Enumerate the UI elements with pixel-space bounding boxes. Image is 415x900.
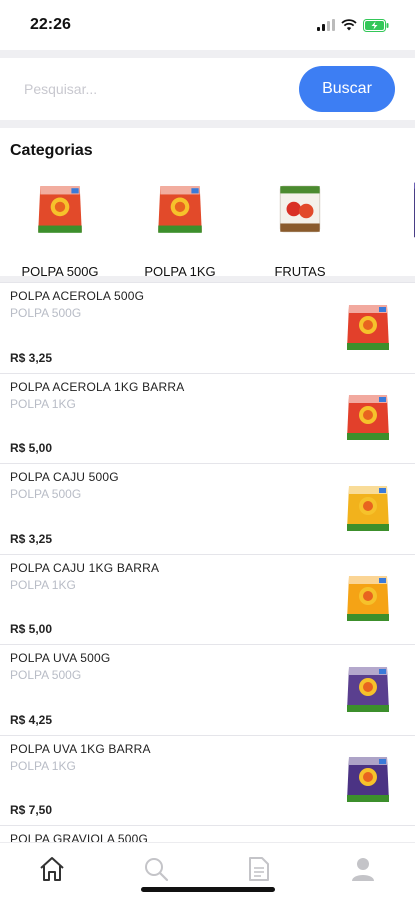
fruit-pack-image [266,182,334,238]
status-time: 22:26 [30,16,71,33]
list-item[interactable]: POLPA ACEROLA 500G POLPA 500G R$ 3,25 [0,282,415,373]
battery-charging-icon [363,18,389,32]
bottom-nav [0,842,415,900]
product-image [343,663,393,717]
signal-icon [317,19,335,31]
divider [0,50,415,58]
search-input[interactable] [24,81,299,97]
product-price: R$ 3,25 [10,531,53,546]
user-icon [352,858,375,881]
category-label: FRUTAS [274,264,326,276]
product-image [343,572,393,626]
category-item-polpa-500g[interactable]: POLPA 500G [0,182,120,276]
list-item[interactable]: POLPA UVA 1KG BARRA POLPA 1KG R$ 7,50 [0,734,415,826]
wifi-icon [341,19,357,31]
product-price: R$ 4,25 [10,712,53,727]
category-label: POLPA 1KG [144,264,216,276]
categories-title: Categorias [10,142,93,159]
list-item[interactable]: POLPA UVA 500G POLPA 500G R$ 4,25 [0,644,415,735]
product-price: R$ 5,00 [10,622,53,636]
status-icons [317,18,389,32]
category-item-polpa-1kg[interactable]: POLPA 1KG [120,182,240,276]
product-image [343,391,393,445]
search-icon [144,858,168,882]
product-image [343,301,393,355]
product-image [343,482,393,536]
list-item[interactable]: POLPA ACEROLA 1KG BARRA POLPA 1KG R$ 5,0… [0,372,415,464]
list-item[interactable]: POLPA CAJU 500G POLPA 500G R$ 3,25 [0,463,415,554]
product-price: R$ 3,25 [10,350,53,365]
document-icon [249,857,270,881]
nav-profile[interactable] [343,853,383,885]
list-item[interactable]: POLPA CAJU 1KG BARRA POLPA 1KG R$ 5,00 [0,553,415,645]
category-item-partial[interactable]: A [360,182,415,276]
nav-orders[interactable] [239,853,279,885]
divider [0,120,415,128]
category-carousel[interactable]: POLPA 500G POLPA 1KG FRUTAS A [0,182,415,276]
home-indicator [140,887,275,892]
status-bar: 22:26 [0,0,415,50]
product-pack-image [26,182,94,238]
product-list: POLPA ACEROLA 500G POLPA 500G R$ 3,25 PO… [0,282,415,900]
categories-section: Categorias POLPA 500G POLPA 1KG FRUTAS A [0,128,415,276]
product-image [343,753,393,807]
home-icon [40,857,64,881]
nav-home[interactable] [32,853,72,885]
nav-search[interactable] [136,853,176,885]
category-item-frutas[interactable]: FRUTAS [240,182,360,276]
search-bar: Buscar [0,58,415,120]
product-box-image [386,182,415,238]
category-label: POLPA 500G [21,264,99,276]
product-pack-image [146,182,214,238]
search-button[interactable]: Buscar [299,66,395,112]
product-price: R$ 7,50 [10,803,53,817]
product-price: R$ 5,00 [10,441,53,455]
